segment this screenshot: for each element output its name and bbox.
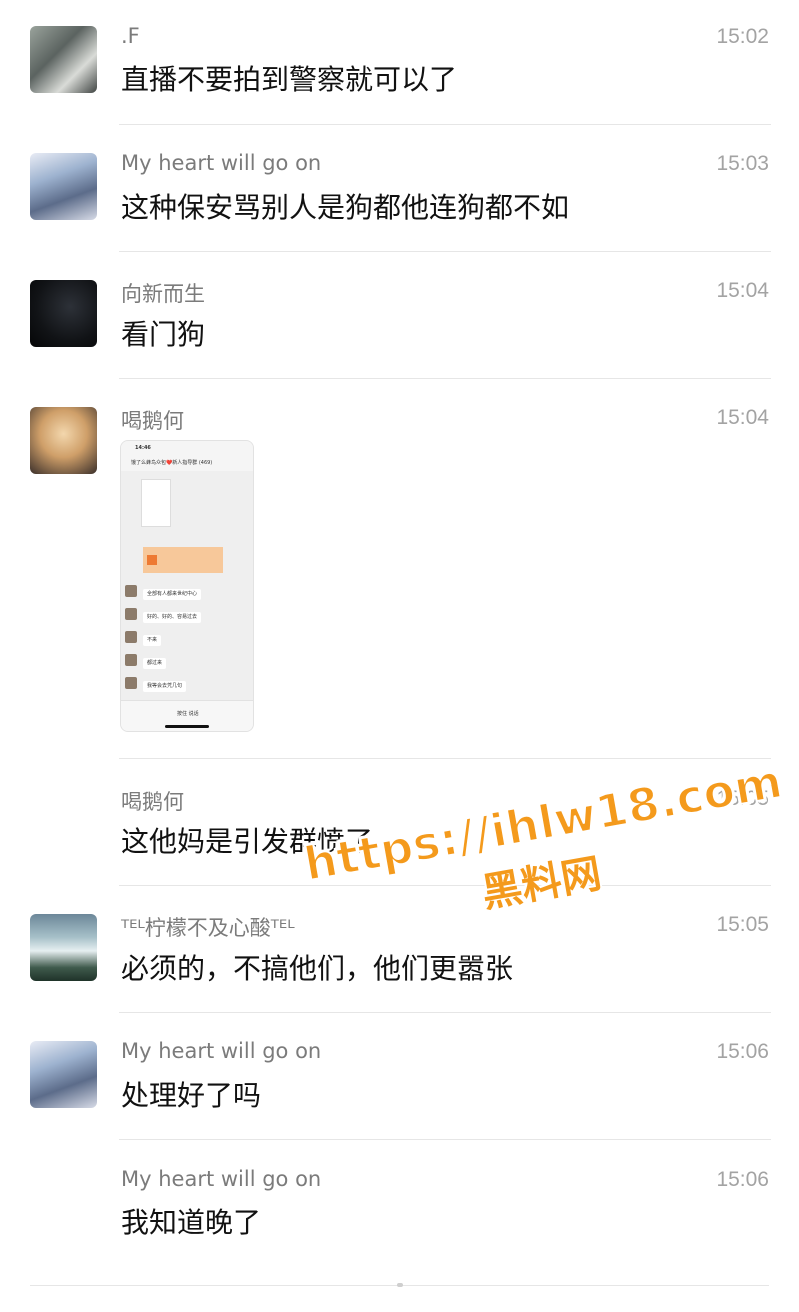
avatar (125, 585, 137, 597)
screenshot-row: 不来 (125, 629, 249, 651)
message-time: 15:04 (716, 279, 769, 302)
divider (119, 1012, 771, 1013)
sender-name: My heart will go on (121, 1039, 322, 1063)
scroll-indicator (397, 1283, 403, 1287)
message-time: 15:06 (716, 1168, 769, 1191)
message-text[interactable]: 看门狗 (121, 313, 205, 353)
message-time: 15:02 (716, 25, 769, 48)
package-icon (147, 555, 157, 565)
chat-bubble: 我等会去凭几句 (143, 681, 187, 692)
divider (119, 378, 771, 379)
screenshot-status-time: 14:46 (135, 445, 151, 451)
avatar (125, 677, 137, 689)
chat-bubble: 好的、好的、容易过去 (143, 612, 202, 623)
sender-name: 喝鹅何 (121, 790, 184, 814)
avatar (125, 654, 137, 666)
chat-bubble: 都过来 (143, 658, 167, 669)
avatar (125, 631, 137, 643)
chat-bubble: 全部有人都来世纪中心 (143, 589, 202, 600)
message-time: 15:06 (716, 1040, 769, 1063)
avatar[interactable] (30, 407, 97, 474)
message-text[interactable]: 我知道晚了 (121, 1201, 261, 1241)
divider (119, 758, 771, 759)
screenshot-row: 全部有人都来世纪中心 (125, 583, 249, 605)
divider (119, 124, 771, 125)
screenshot-row: 我等会去凭几句 (125, 675, 249, 697)
divider (119, 1139, 771, 1140)
screenshot-row: 好的、好的、容易过去 (125, 606, 249, 628)
screenshot-row: 都过来 (125, 652, 249, 674)
message-time: 15:03 (716, 152, 769, 175)
sender-name: .F (121, 24, 140, 48)
sender-name: ᵀᴱᴸ柠檬不及心酸ᵀᴱᴸ (121, 916, 295, 940)
sender-name: My heart will go on (121, 151, 322, 175)
message-time: 15:05 (716, 913, 769, 936)
document-thumbnail (141, 479, 171, 527)
message-text[interactable]: 这种保安骂别人是狗都他连狗都不如 (121, 186, 569, 226)
sender-name: 向新而生 (121, 282, 205, 306)
message-text[interactable]: 必须的，不搞他们，他们更嚣张 (121, 947, 513, 987)
avatar[interactable] (30, 914, 97, 981)
message-time: 15:04 (716, 406, 769, 429)
avatar[interactable] (30, 1041, 97, 1108)
avatar (125, 608, 137, 620)
screenshot-title: 饿了么蜂鸟众包❤️新人指导群 (469) (131, 460, 213, 466)
screenshot-image[interactable]: 14:46 饿了么蜂鸟众包❤️新人指导群 (469) 全部有人都来世纪中心 好的… (120, 440, 254, 732)
sender-name: 喝鹅何 (121, 409, 184, 433)
screenshot-input-label: 按住 说话 (177, 711, 199, 717)
avatar[interactable] (30, 153, 97, 220)
chat-bubble: 不来 (143, 635, 162, 646)
message-text[interactable]: 直播不要拍到警察就可以了 (121, 58, 457, 98)
home-indicator (165, 725, 209, 728)
avatar[interactable] (30, 26, 97, 93)
message-text[interactable]: 处理好了吗 (121, 1074, 261, 1114)
avatar[interactable] (30, 280, 97, 347)
sender-name: My heart will go on (121, 1167, 322, 1191)
divider (119, 251, 771, 252)
